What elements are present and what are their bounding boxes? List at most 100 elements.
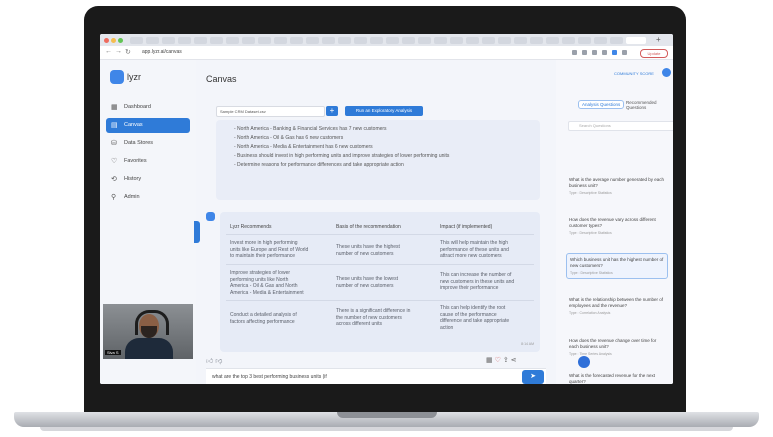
thumbs-down-icon[interactable]: 👎︎ [215,358,222,365]
divider [226,300,534,301]
question-search-input[interactable]: Search Questions [568,121,673,131]
browser-tab[interactable] [338,37,351,44]
browser-tab[interactable] [274,37,287,44]
reload-icon[interactable]: ↻ [125,48,131,56]
browser-tab-active[interactable] [626,37,646,44]
browser-tab[interactable] [290,37,303,44]
favorite-icon[interactable]: ♡ [495,357,501,364]
browser-tab[interactable] [130,37,143,44]
question-type: Type : Descriptive Statistics [569,191,612,195]
person-shirt [125,338,173,359]
extension-icon[interactable] [582,50,587,55]
browser-tab[interactable] [162,37,175,44]
url-field[interactable]: app.lyzr.ai/canvas [142,49,182,55]
table-cell: There is a significant difference in the… [336,308,410,328]
browser-tab[interactable] [562,37,575,44]
run-analysis-button[interactable]: Run an Exploratory Analysis [345,106,423,116]
browser-tab[interactable] [210,37,223,44]
back-icon[interactable]: ← [105,48,112,55]
webcam-name-label: Siva S [105,350,121,355]
browser-tab[interactable] [258,37,271,44]
table-cell: This can help identify the root cause of… [440,305,509,331]
thumbs-up-icon[interactable]: 👍︎ [206,358,213,365]
extension-icon[interactable] [602,50,607,55]
sidebar-item-data-stores[interactable]: ⛁ Data Stores [106,136,190,151]
extension-icon[interactable] [622,50,627,55]
lyzr-avatar-icon [206,212,215,221]
minimize-window-icon[interactable] [111,38,116,43]
tab-recommended-questions[interactable]: Recommended Questions [626,100,673,110]
question-text: What is the relationship between the num… [569,297,664,308]
extension-icon[interactable] [572,50,577,55]
question-card[interactable]: What is the forecasted revenue for the n… [566,370,668,384]
browser-tab[interactable] [466,37,479,44]
extension-icon[interactable] [612,50,617,55]
question-card[interactable]: How does the revenue vary across differe… [566,214,668,238]
cell-line: factors affecting performance [230,318,295,325]
browser-tab[interactable] [514,37,527,44]
browser-tab[interactable] [610,37,623,44]
message-line: - North America - Media & Entertainment … [234,144,373,150]
question-card[interactable]: What is the relationship between the num… [566,294,668,318]
question-card[interactable]: What is the average number generated by … [566,174,668,198]
cell-line: attract more new customers [440,253,502,259]
cell-line: There is a significant difference in [336,308,411,314]
browser-tab[interactable] [370,37,383,44]
question-type: Type : Correlation Analysis [569,311,611,315]
laptop-shadow [40,427,733,431]
browser-tab[interactable] [226,37,239,44]
browser-tab[interactable] [594,37,607,44]
close-window-icon[interactable] [104,38,109,43]
browser-tab[interactable] [482,37,495,44]
cell-line: This will help maintain the high [440,240,509,246]
browser-tab[interactable] [578,37,591,44]
sidebar-item-dashboard[interactable]: ▦ Dashboard [106,100,190,115]
question-card-selected[interactable]: Which business unit has the highest numb… [566,253,668,279]
forward-icon[interactable]: → [115,48,122,55]
sidebar-item-favorites[interactable]: ♡ Favorites [106,154,190,169]
update-button[interactable]: Update [640,49,668,58]
browser-tab[interactable] [322,37,335,44]
chat-input[interactable]: what are the top 3 best performing busin… [212,374,327,380]
user-avatar[interactable] [662,68,671,77]
browser-tab[interactable] [530,37,543,44]
sidebar-item-history[interactable]: ⟲ History [106,172,190,187]
browser-tab[interactable] [434,37,447,44]
browser-tab[interactable] [242,37,255,44]
browser-tab[interactable] [194,37,207,44]
dataset-select[interactable]: Sample CRM Dataset.csv [216,106,325,117]
question-text: What is the forecasted revenue for the n… [569,373,656,384]
browser-tab[interactable] [402,37,415,44]
sidebar-item-canvas[interactable]: ▤ Canvas [106,118,190,133]
browser-tab[interactable] [546,37,559,44]
message-actions: ▦ ♡ ⇪ ⋖ [486,356,517,364]
share-icon[interactable]: ⋖ [511,357,517,364]
sidebar-item-admin[interactable]: ⚲ Admin [106,190,190,205]
chat-widget-button[interactable] [578,356,590,368]
address-bar: ← → ↻ app.lyzr.ai/canvas Update [100,46,673,60]
add-button[interactable]: + [326,106,338,116]
browser-tab[interactable] [306,37,319,44]
response-message: - North America - Banking & Financial Se… [216,120,540,200]
table-cell: This will help maintain the high perform… [440,240,509,260]
extension-icon[interactable] [592,50,597,55]
send-button[interactable]: ➤ [522,370,544,384]
lyzr-logo-icon[interactable] [110,70,124,84]
browser-tab[interactable] [498,37,511,44]
feedback-controls: 👍︎ 👎︎ [206,356,222,365]
browser-tab[interactable] [354,37,367,44]
new-tab-icon[interactable]: + [656,35,661,44]
table-cell: Improve strategies of lower performing u… [230,270,304,296]
maximize-window-icon[interactable] [118,38,123,43]
cell-line: America - Media & Entertainment [230,289,304,296]
community-score-link[interactable]: COMMUNITY SCORE [614,71,654,76]
cell-line: Invest more in high performing [230,240,298,246]
browser-tab[interactable] [146,37,159,44]
export-icon[interactable]: ⇪ [503,357,509,364]
table-icon[interactable]: ▦ [486,357,493,364]
browser-tab[interactable] [386,37,399,44]
browser-tab[interactable] [178,37,191,44]
browser-tab[interactable] [418,37,431,44]
tab-analysis-questions[interactable]: Analysis Questions [578,100,625,109]
browser-tab[interactable] [450,37,463,44]
